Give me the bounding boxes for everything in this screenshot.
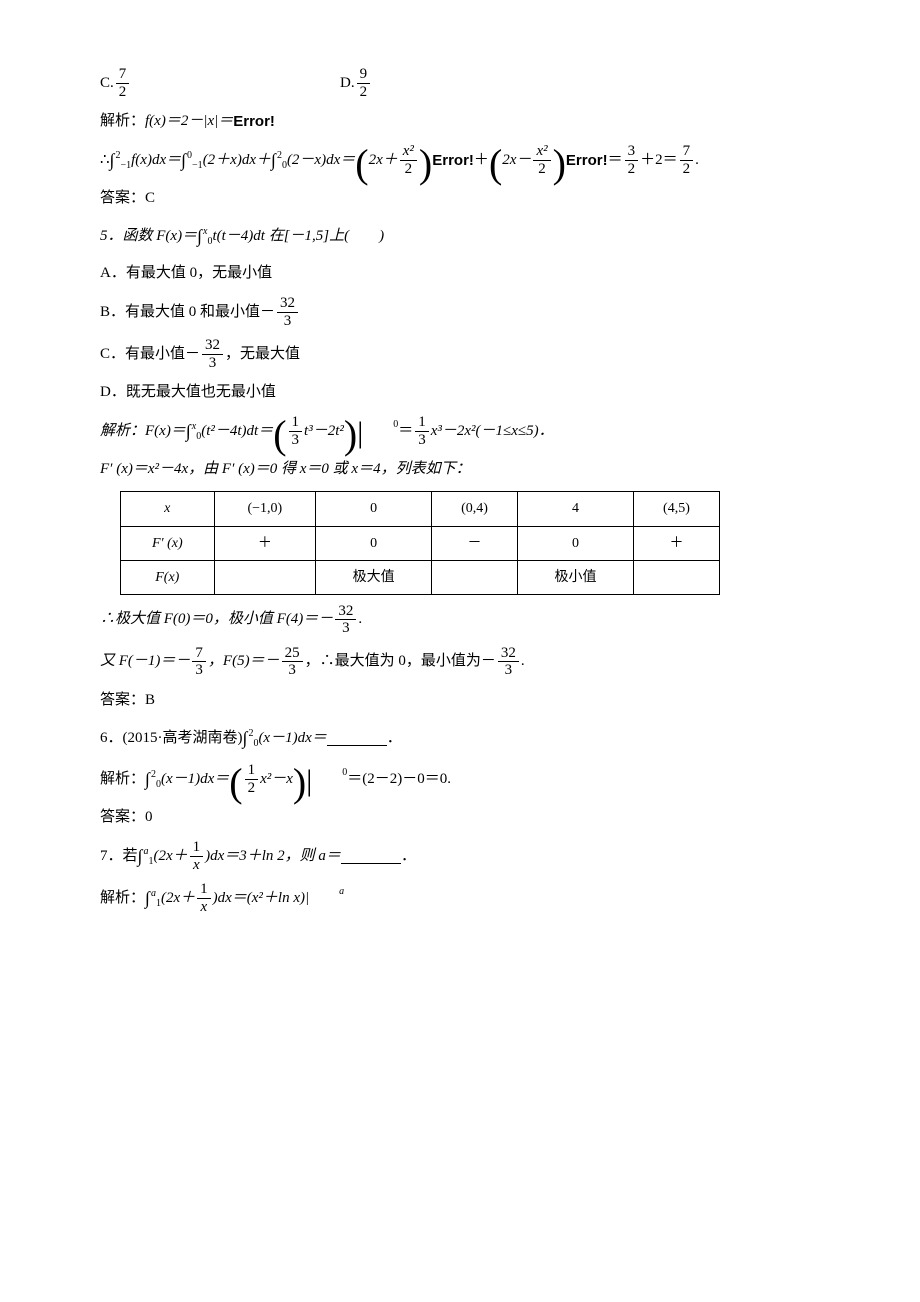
q7-stem: 7．若 ∫ a1 (2x＋ 1x )dx＝3＋ln 2，则 a＝ ． xyxy=(100,839,820,873)
q4-solution-line1: 解析： f(x)＝2－|x|＝ Error! xyxy=(100,108,820,135)
option-c-label: C. xyxy=(100,70,114,97)
bracket-expr: ( 12 x²－x ) xyxy=(229,762,306,796)
error-text: Error! xyxy=(432,147,474,174)
answer-value: B xyxy=(145,687,155,714)
int-bounds: a1 xyxy=(151,885,161,912)
bracket-expr2: ( 2x－ x²2 ) xyxy=(489,143,566,177)
fill-blank xyxy=(341,849,401,864)
right-paren-icon: ) xyxy=(293,767,306,799)
right-paren-icon: ) xyxy=(344,419,357,451)
integrand2: (2＋x)dx＋ xyxy=(203,147,271,174)
int-bounds: x0 xyxy=(203,223,212,250)
table-row: F′ (x) ＋ 0 － 0 ＋ xyxy=(121,526,720,560)
int-bounds: 2−1 xyxy=(115,147,131,174)
q7-solution: 解析： ∫ a1 (2x＋ 1x )dx＝(x²＋ln x)| a xyxy=(100,881,820,915)
answer-value: 0 xyxy=(145,804,153,831)
error-text: Error! xyxy=(233,108,275,135)
q4-answer: 答案： C xyxy=(100,185,820,212)
integral-icon: ∫ xyxy=(271,144,276,176)
integrand: f(x)dx＝ xyxy=(131,147,181,174)
q6-stem: 6．(2015·高考湖南卷) ∫ 20 (x－1)dx＝ ． xyxy=(100,722,820,754)
bracket-expr: ( 2x＋ x²2 ) xyxy=(355,143,432,177)
integral-icon: ∫ xyxy=(181,144,186,176)
option-d-label: D. xyxy=(340,70,355,97)
option-c: C. 7 2 xyxy=(100,66,340,100)
int-bounds: a1 xyxy=(143,843,153,870)
table-row: x (−1,0) 0 (0,4) 4 (4,5) xyxy=(121,492,720,526)
q5-option-d: D．既无最大值也无最小值 xyxy=(100,379,820,406)
left-paren-icon: ( xyxy=(355,148,368,180)
q6-solution: 解析： ∫ 20 (x－1)dx＝ ( 12 x²－x ) | 0 ＝(2－2)… xyxy=(100,762,820,796)
int-bounds: 0−1 xyxy=(187,147,203,174)
q4-solution-line2: ∴ ∫ 2−1 f(x)dx＝ ∫ 0−1 (2＋x)dx＋ ∫ 20 (2－x… xyxy=(100,143,820,177)
therefore: ∴ xyxy=(100,147,110,174)
right-paren-icon: ) xyxy=(419,148,432,180)
integral-icon: ∫ xyxy=(138,840,143,872)
integrand3: (2－x)dx＝ xyxy=(287,147,355,174)
integral-icon: ∫ xyxy=(243,722,248,754)
bracket-expr: ( 13 t³－2t² ) xyxy=(273,414,357,448)
option-d: D. 9 2 xyxy=(340,66,372,100)
left-paren-icon: ( xyxy=(273,419,286,451)
integral-icon: ∫ xyxy=(197,220,202,252)
answer-label: 答案： xyxy=(100,687,145,714)
integral-icon: ∫ xyxy=(186,415,191,447)
q5-solution-line1: 解析：F(x)＝ ∫ x0 (t²－4t)dt＝ ( 13 t³－2t² ) |… xyxy=(100,414,820,448)
right-paren-icon: ) xyxy=(553,148,566,180)
int-bounds: 20 xyxy=(151,766,161,793)
integral-icon: ∫ xyxy=(145,763,150,795)
integral-icon: ∫ xyxy=(110,144,115,176)
q5-post-a: ∴极大值 F(0)＝0，极小值 F(4)＝－ 323 . xyxy=(100,603,820,637)
solution-label: 解析： xyxy=(100,108,145,135)
int-bounds: 20 xyxy=(277,147,287,174)
q5-answer: 答案： B xyxy=(100,687,820,714)
integral-icon: ∫ xyxy=(145,882,150,914)
int-bounds: 20 xyxy=(248,725,258,752)
q5-analysis-table: x (−1,0) 0 (0,4) 4 (4,5) F′ (x) ＋ 0 － 0 … xyxy=(120,491,720,595)
error-text: Error! xyxy=(566,147,608,174)
answer-label: 答案： xyxy=(100,804,145,831)
eval-bar-icon: | xyxy=(357,421,363,445)
fill-blank xyxy=(327,731,387,746)
table-row: F(x) 极大值 极小值 xyxy=(121,560,720,594)
option-c-fraction: 7 2 xyxy=(116,66,130,100)
q6-answer: 答案： 0 xyxy=(100,804,820,831)
q5-deriv: F′ (x)＝x²－4x，由 F′ (x)＝0 得 x＝0 或 x＝4，列表如下… xyxy=(100,456,820,483)
answer-value: C xyxy=(145,185,155,212)
int-bounds: x0 xyxy=(192,418,201,445)
q4-fx-def: f(x)＝2－|x|＝ xyxy=(145,108,233,135)
left-paren-icon: ( xyxy=(489,148,502,180)
eval-bar-icon: | xyxy=(306,769,312,793)
q5-stem: 5．函数 F(x)＝ ∫ x0 t(t－4)dt 在[－1,5]上( ) xyxy=(100,220,820,252)
q5-option-b: B．有最大值 0 和最小值－ 323 xyxy=(100,295,820,329)
answer-label: 答案： xyxy=(100,185,145,212)
q5-post-b: 又 F(－1)＝－ 73 ，F(5)＝－ 253 ，∴最大值为 0，最小值为－ … xyxy=(100,645,820,679)
q5-option-c: C．有最小值－ 323 ，无最大值 xyxy=(100,337,820,371)
options-row: C. 7 2 D. 9 2 xyxy=(100,66,820,100)
q5-option-a: A．有最大值 0，无最小值 xyxy=(100,260,820,287)
option-d-fraction: 9 2 xyxy=(357,66,371,100)
left-paren-icon: ( xyxy=(229,767,242,799)
